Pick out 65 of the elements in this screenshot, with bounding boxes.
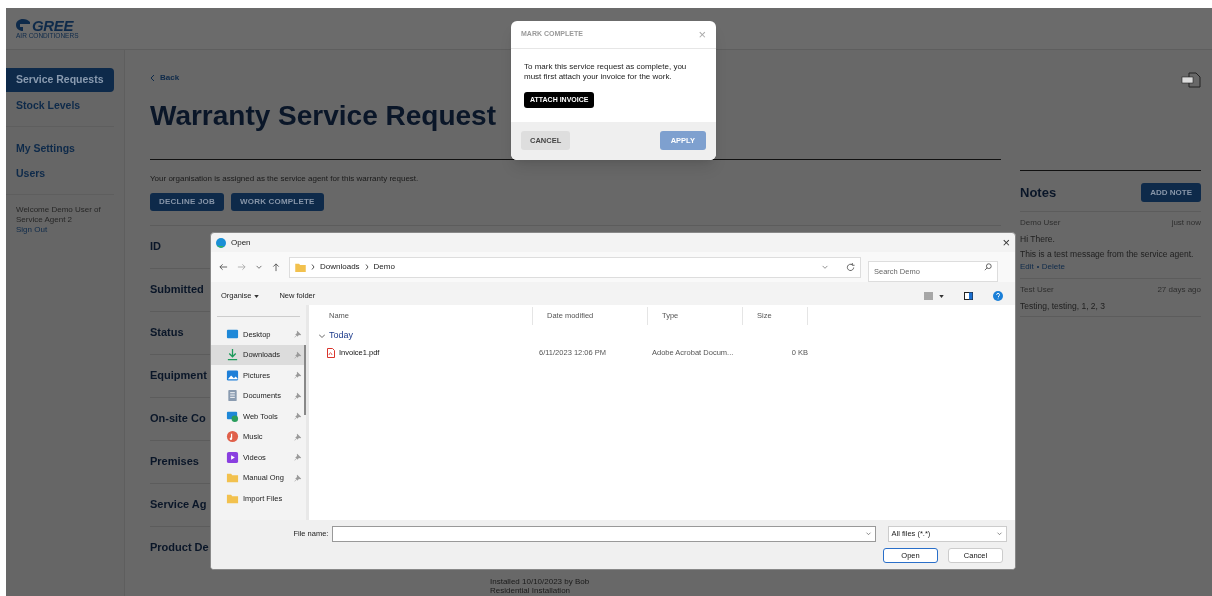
pdf-file-icon [327,348,335,358]
music-icon [226,430,239,444]
chevron-left-icon [150,74,155,82]
action-button[interactable]: DECLINE JOB [150,193,224,211]
field-label: Premises [150,454,199,469]
image-icon [226,368,239,382]
back-arrow-icon[interactable] [219,263,228,271]
scrollbar [304,345,306,415]
close-button[interactable]: × [1002,236,1010,249]
group-header[interactable]: Today [315,329,354,343]
preview-pane-icon[interactable] [964,292,973,300]
refresh-icon[interactable] [846,262,855,272]
search-icon [984,263,992,271]
chevron-down-icon [864,532,872,536]
monitor-icon [226,327,239,341]
field-label: Product De [150,540,209,555]
field-label: Equipment [150,368,207,383]
breadcrumb-item[interactable]: Downloads [320,261,360,273]
video-icon [226,450,239,464]
document-icon [226,389,239,403]
pin-icon [294,391,302,400]
sidebar-item[interactable]: Service Requests [6,68,114,92]
folder-icon [226,471,239,485]
add-note-button[interactable]: ADD NOTE [1141,183,1201,203]
pin-icon [294,350,302,359]
note-text: Testing, testing, 1, 2, 3 [1020,300,1107,311]
chevron-down-icon [821,264,829,270]
chevron-down-icon[interactable] [255,264,263,270]
download-icon [226,348,239,362]
file-name-field[interactable] [332,526,876,542]
action-button[interactable]: WORK COMPLETE [231,193,324,211]
dialog-message: To mark this service request as complete, you must first attach your invoice for the work. [524,62,688,82]
field-label: Submitted [150,282,204,297]
pin-icon [294,412,302,421]
field-label: Service Ag [150,497,207,512]
address-bar[interactable]: Downloads Demo [289,256,861,278]
pdf-icon[interactable] [1181,72,1201,88]
pin-icon [294,453,302,462]
logo-icon [16,19,30,32]
notes-title: Notes [1020,184,1057,202]
note-text: This is a test message from the service agent. [1020,248,1195,259]
field-label: Status [150,325,184,340]
caret-icon[interactable] [939,294,944,298]
up-arrow-icon[interactable] [272,262,280,272]
product-detail-text: Installed 10/10/2023 by Bob [490,577,591,586]
chevron-right-icon [364,264,369,270]
pin-icon [294,473,302,482]
chevron-down-icon [319,333,325,339]
browser-icon [216,237,226,248]
folder-icon [295,262,306,272]
globe-monitor-icon [226,409,239,423]
dialog-title: Open [231,236,251,249]
product-detail-text: Residential Installation [490,586,572,595]
logo-brand: GREE [32,17,73,33]
chevron-right-icon [311,264,315,270]
pin-icon [294,371,302,380]
pin-icon [294,432,302,441]
caret-icon [254,294,260,298]
field-label: On-site Co [150,411,206,426]
field-label: ID [150,239,161,254]
help-icon[interactable] [993,291,1003,301]
chevron-down-icon [996,532,1003,536]
pin-icon [294,330,302,339]
breadcrumb-item[interactable]: Demo [373,261,395,273]
page-title: Warranty Service Request [150,100,496,132]
